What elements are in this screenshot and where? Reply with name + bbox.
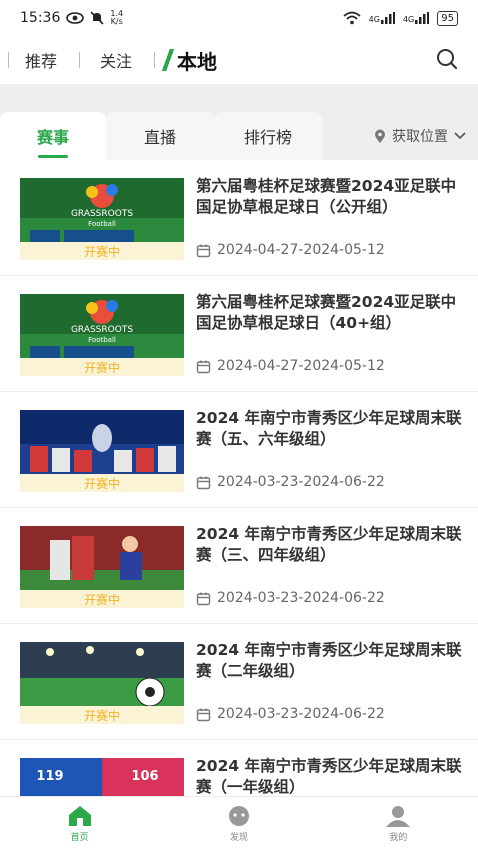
event-thumbnail: 119 106 <box>20 758 184 796</box>
event-date: 2024-03-23-2024-06-22 <box>196 590 385 606</box>
event-title: 2024 年南宁市青秀区少年足球周末联赛（二年级组） <box>196 641 462 680</box>
calendar-icon <box>196 244 211 257</box>
list-item[interactable]: 开赛中 2024 年南宁市青秀区少年足球周末联赛（三、四年级组） 2024-03… <box>0 508 478 624</box>
banner-area <box>0 84 478 112</box>
nav-discover[interactable]: 发现 <box>159 797 318 850</box>
list-item[interactable]: GRASSROOTS Football 开赛中 第六届粤桂杯足球赛暨2024亚足… <box>0 276 478 392</box>
wifi-icon <box>343 11 361 25</box>
event-title: 2024 年南宁市青秀区少年足球周末联赛（五、六年级组） <box>196 409 462 448</box>
status-bar: 15:36 1.4 K/s 4G 4G 95 <box>0 0 478 36</box>
event-date: 2024-03-23-2024-06-22 <box>196 474 385 490</box>
calendar-icon <box>196 592 211 605</box>
svg-text:GRASSROOTS: GRASSROOTS <box>71 209 133 219</box>
tab-local[interactable]: 本地 <box>154 46 217 75</box>
celebration-image <box>20 526 184 592</box>
profile-icon <box>386 805 411 827</box>
top-tab-bar: 推荐 关注 本地 <box>0 40 478 80</box>
event-date: 2024-04-27-2024-05-12 <box>196 358 385 374</box>
event-title: 2024 年南宁市青秀区少年足球周末联赛（三、四年级组） <box>196 525 462 564</box>
discover-icon <box>228 805 249 826</box>
event-title: 2024 年南宁市青秀区少年足球周末联赛（一年级组） <box>196 757 462 796</box>
event-thumbnail: 开赛中 <box>20 526 184 608</box>
nav-home[interactable]: 首页 <box>0 797 159 850</box>
signal-strength-icon: 4G <box>369 12 395 24</box>
players-image: 119 106 <box>20 758 184 796</box>
event-title: 第六届粤桂杯足球赛暨2024亚足联中国足协草根足球日（公开组） <box>196 177 457 216</box>
clock: 15:36 <box>20 10 61 26</box>
sub-tab-bar: 赛事 直播 排行榜 获取位置 <box>0 112 478 160</box>
calendar-icon <box>196 708 211 721</box>
bottom-nav: 首页 发现 我的 <box>0 796 478 850</box>
status-badge: 开赛中 <box>20 358 184 376</box>
home-icon <box>68 805 91 826</box>
status-badge: 开赛中 <box>20 706 184 724</box>
location-selector[interactable]: 获取位置 <box>374 112 466 160</box>
stadium-ball-image <box>20 642 184 708</box>
chevron-down-icon <box>454 132 466 140</box>
tab-divider <box>79 52 81 68</box>
tab-recommend[interactable]: 推荐 <box>8 48 79 72</box>
event-thumbnail: 开赛中 <box>20 642 184 724</box>
event-title: 第六届粤桂杯足球赛暨2024亚足联中国足协草根足球日（40+组） <box>196 293 457 332</box>
svg-text:Football: Football <box>88 336 116 344</box>
battery-icon: 95 <box>437 10 458 26</box>
location-pin-icon <box>375 129 385 143</box>
svg-text:Football: Football <box>88 220 116 228</box>
signal-strength-2-icon: 4G <box>403 12 430 24</box>
net-speed: 1.4 K/s <box>110 9 124 26</box>
tab-events[interactable]: 赛事 <box>0 112 106 160</box>
tab-divider <box>8 52 9 68</box>
status-badge: 开赛中 <box>20 242 184 260</box>
list-item[interactable]: 119 106 2024 年南宁市青秀区少年足球周末联赛（一年级组） <box>0 740 478 796</box>
eye-icon <box>66 12 85 24</box>
calendar-icon <box>196 476 211 489</box>
nav-profile[interactable]: 我的 <box>319 797 478 850</box>
status-badge: 开赛中 <box>20 590 184 608</box>
event-date: 2024-03-23-2024-06-22 <box>196 706 385 722</box>
svg-text:GRASSROOTS: GRASSROOTS <box>71 325 133 335</box>
active-tab-indicator <box>161 49 176 71</box>
grassroots-football-image: GRASSROOTS Football <box>20 178 184 244</box>
tab-live[interactable]: 直播 <box>106 112 214 160</box>
event-list: GRASSROOTS Football 开赛中 第六届粤桂杯足球赛暨2024亚足… <box>0 160 478 796</box>
search-icon[interactable] <box>434 46 460 72</box>
event-thumbnail: GRASSROOTS Football 开赛中 <box>20 178 184 260</box>
tab-divider <box>154 52 156 68</box>
svg-text:119: 119 <box>36 769 63 784</box>
calendar-icon <box>196 360 211 373</box>
event-thumbnail: GRASSROOTS Football 开赛中 <box>20 294 184 376</box>
mute-icon <box>90 11 104 25</box>
svg-text:106: 106 <box>131 769 158 784</box>
status-badge: 开赛中 <box>20 474 184 492</box>
tab-follow[interactable]: 关注 <box>79 48 154 72</box>
grassroots-football-image: GRASSROOTS Football <box>20 294 184 360</box>
list-item[interactable]: 开赛中 2024 年南宁市青秀区少年足球周末联赛（二年级组） 2024-03-2… <box>0 624 478 740</box>
list-item[interactable]: GRASSROOTS Football 开赛中 第六届粤桂杯足球赛暨2024亚足… <box>0 160 478 276</box>
tab-ranking[interactable]: 排行榜 <box>214 112 322 160</box>
event-date: 2024-04-27-2024-05-12 <box>196 242 385 258</box>
trophy-team-image <box>20 410 184 476</box>
list-item[interactable]: 开赛中 2024 年南宁市青秀区少年足球周末联赛（五、六年级组） 2024-03… <box>0 392 478 508</box>
event-thumbnail: 开赛中 <box>20 410 184 492</box>
